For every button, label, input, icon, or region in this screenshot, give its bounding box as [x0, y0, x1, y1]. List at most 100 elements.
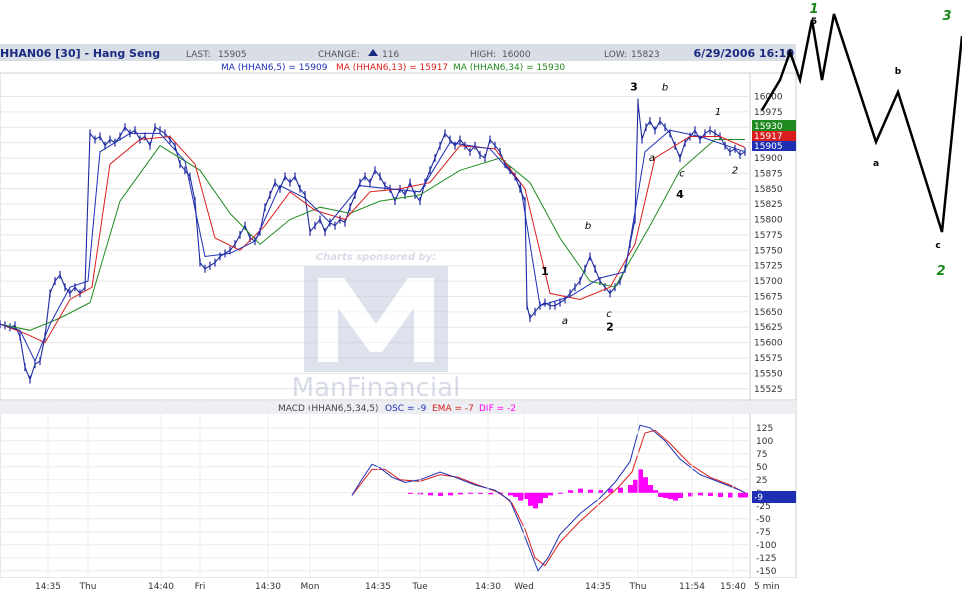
x-tick-label: 14:30 — [255, 582, 281, 591]
price-tick-label: 15725 — [754, 262, 783, 272]
macd-tick-label: 50 — [756, 463, 768, 473]
change-label: CHANGE: — [318, 50, 360, 60]
osc-bar — [578, 488, 583, 493]
macd-tick-label: 100 — [756, 437, 773, 447]
wave-label: 2 — [606, 320, 614, 333]
osc-bar — [738, 492, 743, 498]
macd-tick-label: -50 — [756, 515, 771, 525]
osc-bar — [628, 485, 633, 493]
last-value: 15905 — [218, 50, 247, 60]
osc-bar — [438, 492, 443, 496]
x-tick-label: 14:40 — [148, 582, 174, 591]
x-tick-label: Thu — [79, 582, 97, 591]
x-tick-label: 14:35 — [585, 582, 611, 591]
macd-tick-label: 25 — [756, 476, 767, 486]
macd-tick-label: -25 — [756, 502, 771, 512]
osc-bar — [458, 492, 463, 495]
change-value: 116 — [382, 50, 399, 60]
low-label: LOW: — [604, 50, 627, 60]
x-tick-label: Thu — [629, 582, 647, 591]
x-tick-label: Mon — [301, 582, 320, 591]
x-tick-label: 11:54 — [679, 582, 705, 591]
osc-bar — [648, 485, 653, 493]
price-tick-label: 15700 — [754, 277, 783, 287]
price-tick-label: 15600 — [754, 339, 783, 349]
price-tick-label: 15975 — [754, 108, 783, 118]
osc-bar — [448, 492, 453, 496]
osc-bar — [468, 492, 473, 494]
last-tag-text: 15905 — [754, 142, 783, 152]
osc-bar — [698, 492, 703, 496]
datetime: 6/29/2006 16:10 — [694, 47, 795, 60]
projection-label: 2 — [936, 264, 945, 279]
osc-bar — [673, 492, 678, 501]
price-tick-label: 15575 — [754, 354, 783, 364]
watermark-brand: ManFinancial — [292, 373, 461, 403]
osc-bar — [528, 492, 533, 506]
wave-label: 1 — [715, 107, 721, 118]
osc-bar — [668, 492, 673, 500]
osc-bar — [658, 492, 663, 497]
osc-bar — [653, 490, 658, 493]
x-unit-label: 5 min — [754, 582, 780, 591]
watermark: Charts sponsored by: ManFinancial — [292, 252, 461, 403]
osc-bar — [708, 492, 713, 496]
price-tick-label: 15750 — [754, 246, 783, 256]
projection-label: 3 — [942, 9, 951, 24]
osc-bar — [568, 490, 573, 493]
x-axis-strip — [0, 578, 796, 591]
price-tick-label: 15550 — [754, 369, 783, 379]
symbol-title: HHAN06 [30] - Hang Seng — [0, 47, 160, 60]
projection-label: 1 — [809, 2, 818, 17]
macd-tick-label: -125 — [756, 554, 776, 564]
macd-tick-label: 75 — [756, 450, 767, 460]
price-tick-label: 15675 — [754, 292, 783, 302]
osc-bar — [618, 487, 623, 493]
osc-bar — [678, 492, 683, 498]
projection-label: a — [873, 159, 879, 169]
projection-label: b — [895, 67, 902, 77]
watermark-logo-icon — [304, 266, 448, 372]
ma5-legend: MA (HHAN6,5) = 15909 — [221, 63, 328, 73]
projection-labels: 15 b a c 2 3 — [809, 2, 951, 279]
wave-label: a — [649, 153, 655, 164]
macd-legend-dif: DIF = -2 — [479, 404, 516, 414]
x-tick-label: Fri — [195, 582, 206, 591]
low-value: 15823 — [631, 50, 660, 60]
x-tick-label: 14:30 — [475, 582, 501, 591]
wave-label: b — [585, 221, 591, 232]
osc-bar — [518, 492, 523, 501]
price-tick-label: 15875 — [754, 169, 783, 179]
osc-bar — [538, 492, 543, 504]
osc-bar — [408, 492, 413, 494]
osc-bar — [488, 492, 493, 495]
wave-label: b — [662, 82, 668, 93]
macd-tick-label: -75 — [756, 528, 771, 538]
macd-tag-text: -9 — [754, 493, 763, 503]
high-label: HIGH: — [470, 50, 496, 60]
osc-bar — [558, 492, 563, 494]
osc-bar — [598, 490, 603, 493]
ma13-legend: MA (HHAN6,13) = 15917 — [336, 63, 448, 73]
x-tick-label: Tue — [411, 582, 428, 591]
x-tick-label: 14:35 — [35, 582, 61, 591]
osc-bar — [478, 492, 483, 494]
osc-bar — [718, 492, 723, 497]
macd-legend-ema: EMA = -7 — [432, 404, 474, 414]
macd-tick-label: 125 — [756, 424, 773, 434]
macd-tick-label: -150 — [756, 567, 777, 577]
wave-label: c — [679, 168, 685, 179]
price-tick-label: 15625 — [754, 323, 783, 333]
price-tick-label: 15650 — [754, 308, 783, 318]
ma34-tag-text: 15930 — [754, 122, 783, 132]
high-value: 16000 — [502, 50, 531, 60]
last-label: LAST: — [186, 50, 211, 60]
osc-bar — [548, 492, 553, 496]
osc-bar — [513, 492, 518, 497]
osc-bar — [533, 492, 538, 509]
x-tick-label: 15:40 — [720, 582, 746, 591]
price-tick-label: 15825 — [754, 200, 783, 210]
watermark-sponsor: Charts sponsored by: — [316, 252, 436, 263]
projection-label: 5 — [811, 17, 817, 27]
chart-canvas: HHAN06 [30] - Hang Seng LAST: 15905 CHAN… — [0, 2, 962, 592]
